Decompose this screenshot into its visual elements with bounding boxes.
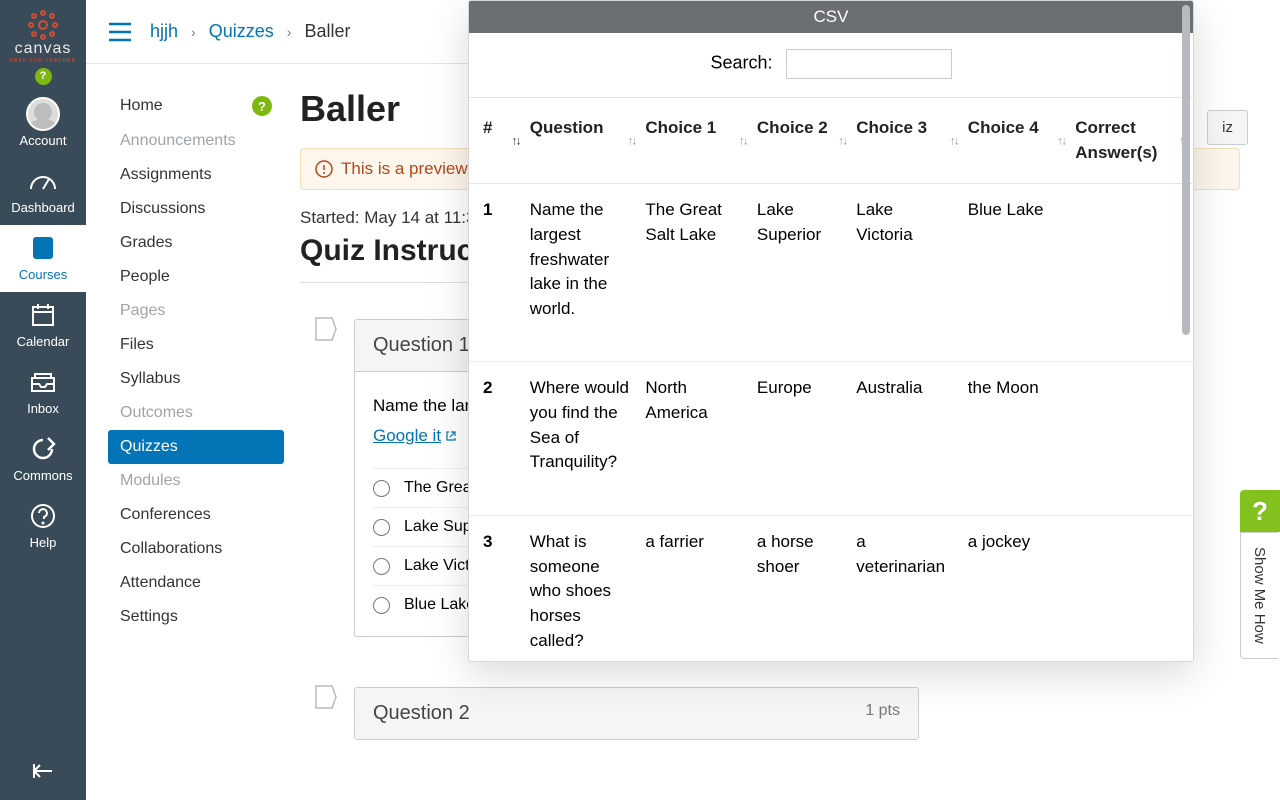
sort-icon: ↑↓	[838, 132, 846, 149]
col-correct[interactable]: Correct Answer(s)↑↓	[1071, 98, 1193, 184]
csv-table: #↑↓ Question↑↓ Choice 1↑↓ Choice 2↑↓ Cho…	[469, 97, 1193, 662]
bookmark-icon[interactable]	[314, 683, 338, 716]
external-link-icon	[445, 430, 457, 442]
nav-courses[interactable]: Courses	[0, 225, 86, 292]
col-choice1[interactable]: Choice 1↑↓	[641, 98, 753, 184]
hamburger-icon[interactable]	[108, 22, 132, 42]
radio-input[interactable]	[373, 558, 390, 575]
show-me-how-tab[interactable]: ? Show Me How	[1240, 490, 1280, 659]
courses-icon	[28, 233, 58, 263]
radio-input[interactable]	[373, 519, 390, 536]
col-choice3[interactable]: Choice 3↑↓	[852, 98, 964, 184]
course-nav-discussions[interactable]: Discussions	[108, 192, 284, 226]
sort-icon: ↑↓	[950, 132, 958, 149]
course-nav-pages[interactable]: Pages	[108, 294, 284, 328]
help-icon	[28, 501, 58, 531]
crumb-course[interactable]: hjjh	[150, 21, 178, 41]
sort-asc-icon: ↑↓	[512, 132, 520, 149]
sort-icon: ↑↓	[627, 132, 635, 149]
canvas-logo[interactable]: canvas FREE FOR TEACHER ?	[0, 0, 86, 89]
nav-commons[interactable]: Commons	[0, 426, 86, 493]
csv-search-input[interactable]	[786, 49, 952, 79]
course-nav-assignments[interactable]: Assignments	[108, 158, 284, 192]
csv-title-bar: CSV	[469, 1, 1193, 33]
nav-calendar[interactable]: Calendar	[0, 292, 86, 359]
course-nav-files[interactable]: Files	[108, 328, 284, 362]
course-nav-conferences[interactable]: Conferences	[108, 498, 284, 532]
global-nav: canvas FREE FOR TEACHER ? Account Dashbo…	[0, 0, 86, 800]
question-pts: 1 pts	[865, 702, 900, 725]
sort-icon: ↑↓	[1057, 132, 1065, 149]
csv-scrollbar[interactable]	[1181, 3, 1191, 433]
course-nav-grades[interactable]: Grades	[108, 226, 284, 260]
course-nav-syllabus[interactable]: Syllabus	[108, 362, 284, 396]
csv-row: 3 What is someone who shoes horses calle…	[469, 516, 1193, 662]
crumb-current: Baller	[304, 21, 350, 41]
notif-badge-icon[interactable]: ?	[35, 68, 52, 85]
nav-account[interactable]: Account	[0, 89, 86, 158]
csv-tbody: 1 Name the largest freshwater lake in th…	[469, 184, 1193, 662]
question-row-2: Question 2 1 pts	[314, 687, 1240, 740]
course-nav-outcomes[interactable]: Outcomes	[108, 396, 284, 430]
csv-row: 1 Name the largest freshwater lake in th…	[469, 184, 1193, 362]
course-nav-home[interactable]: Home?	[108, 88, 284, 124]
course-nav-quizzes[interactable]: Quizzes	[108, 430, 284, 464]
radio-input[interactable]	[373, 480, 390, 497]
chevron-right-icon: ›	[287, 24, 292, 40]
question-label: Question 2	[373, 702, 470, 725]
course-nav-collaborations[interactable]: Collaborations	[108, 532, 284, 566]
inbox-icon	[28, 367, 58, 397]
col-choice2[interactable]: Choice 2↑↓	[753, 98, 852, 184]
course-nav-settings[interactable]: Settings	[108, 600, 284, 634]
chevron-right-icon: ›	[191, 24, 196, 40]
csv-search-row: Search:	[469, 33, 1193, 97]
bookmark-icon[interactable]	[314, 315, 338, 348]
calendar-icon	[28, 300, 58, 330]
question-label: Question 1	[373, 334, 470, 357]
breadcrumb: hjjh › Quizzes › Baller	[150, 21, 351, 42]
brand-name: canvas	[0, 40, 86, 58]
question-card-2: Question 2 1 pts	[354, 687, 919, 740]
nav-inbox[interactable]: Inbox	[0, 359, 86, 426]
avatar-icon	[26, 97, 60, 131]
crumb-quizzes[interactable]: Quizzes	[209, 21, 274, 41]
show-me-how-label: Show Me How	[1240, 532, 1278, 659]
col-num[interactable]: #↑↓	[469, 98, 526, 184]
search-label: Search:	[710, 53, 772, 73]
help-questionmark-icon: ?	[1240, 490, 1280, 532]
course-nav-announcements[interactable]: Announcements	[108, 124, 284, 158]
commons-icon	[28, 434, 58, 464]
sort-icon: ↑↓	[739, 132, 747, 149]
brand-sub: FREE FOR TEACHER	[0, 58, 86, 64]
help-badge-icon[interactable]: ?	[252, 96, 272, 116]
course-nav-modules[interactable]: Modules	[108, 464, 284, 498]
dashboard-icon	[28, 166, 58, 196]
google-it-link[interactable]: Google it	[373, 426, 457, 446]
csv-modal: CSV Search: #↑↓ Question↑↓ Choice 1↑↓ Ch…	[468, 0, 1194, 662]
csv-header-row: #↑↓ Question↑↓ Choice 1↑↓ Choice 2↑↓ Cho…	[469, 98, 1193, 184]
course-nav-attendance[interactable]: Attendance	[108, 566, 284, 600]
nav-help[interactable]: Help	[0, 493, 86, 560]
course-nav: Home? Announcements Assignments Discussi…	[108, 88, 284, 634]
course-nav-people[interactable]: People	[108, 260, 284, 294]
col-question[interactable]: Question↑↓	[526, 98, 642, 184]
scrollbar-thumb[interactable]	[1182, 5, 1190, 335]
col-choice4[interactable]: Choice 4↑↓	[964, 98, 1071, 184]
info-icon	[315, 160, 333, 178]
nav-dashboard[interactable]: Dashboard	[0, 158, 86, 225]
collapse-nav-icon[interactable]	[0, 761, 86, 786]
csv-row: 2 Where would you find the Sea of Tranqu…	[469, 362, 1193, 516]
radio-input[interactable]	[373, 597, 390, 614]
